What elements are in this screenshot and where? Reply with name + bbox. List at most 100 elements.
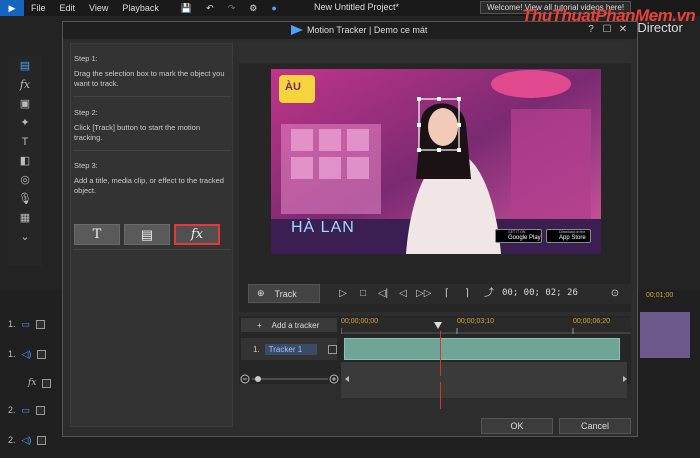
bg-track-row: fx: [28, 373, 52, 393]
snapshot-icon[interactable]: ⊙: [608, 287, 622, 301]
bg-track-label: 2.: [8, 435, 16, 445]
notification-icon[interactable]: ●: [264, 0, 283, 16]
playhead-marker-icon[interactable]: [434, 322, 442, 330]
step-divider: [73, 96, 231, 97]
pip-room-icon[interactable]: ▣: [8, 94, 42, 113]
add-title-button[interactable]: T: [74, 224, 120, 245]
video-name-text: HÀ LAN: [291, 219, 355, 236]
particle-room-icon[interactable]: ✦: [8, 113, 42, 132]
more-rooms-icon[interactable]: ⌄: [8, 227, 42, 246]
menu-file[interactable]: File: [24, 0, 53, 16]
bg-track-row: 1. ◁): [8, 344, 47, 364]
transition-room-icon[interactable]: ◧: [8, 151, 42, 170]
target-icon: ⊕: [257, 288, 265, 298]
mark-out-icon[interactable]: ⌉: [460, 287, 474, 301]
ruler-time: 00;00;06;20: [573, 318, 610, 325]
close-icon[interactable]: ✕: [617, 24, 629, 36]
track-checkbox[interactable]: [42, 378, 52, 388]
chapter-room-icon[interactable]: ▦: [8, 208, 42, 227]
menu-edit[interactable]: Edit: [53, 0, 83, 16]
motion-tracker-dialog: Motion Tracker | Demo ce mát ? ☐ ✕ Step …: [62, 21, 638, 437]
step-1-title: Step 1:: [74, 54, 98, 63]
bg-track-label: 1.: [8, 319, 16, 329]
track-button-label: Track: [274, 288, 297, 299]
tracker-row: 1. Tracker 1: [241, 338, 337, 360]
ruler-time: 00;00;00;00: [341, 318, 378, 325]
track-checkbox[interactable]: [37, 435, 47, 445]
title-room-icon[interactable]: T: [8, 132, 42, 151]
tracker-name-field[interactable]: Tracker 1: [264, 343, 318, 355]
powerdirector-icon: [291, 25, 303, 35]
redo-icon[interactable]: ↷: [221, 0, 243, 16]
previous-frame-icon[interactable]: ◁|: [376, 287, 390, 301]
preview-header: [239, 43, 631, 63]
step-2: Step 2: Click [Track] button to start th…: [74, 108, 230, 143]
add-effect-button[interactable]: fx: [174, 224, 220, 245]
zoom-slider[interactable]: [240, 374, 340, 384]
step-1: Step 1: Drag the selection box to mark t…: [74, 54, 230, 89]
settings-icon[interactable]: ⚙: [242, 0, 264, 16]
bg-track-row: 2. ▭: [8, 400, 46, 420]
audio-track-icon: ◁): [21, 434, 32, 445]
add-tracker-button[interactable]: + Add a tracker: [241, 318, 337, 332]
track-checkbox[interactable]: [37, 349, 47, 359]
app-title: New Untitled Project*: [314, 2, 400, 12]
timecode-display: 00; 00; 02; 26: [502, 288, 578, 298]
add-media-button[interactable]: ▤: [124, 224, 170, 245]
fx-room-icon[interactable]: fx: [8, 75, 42, 94]
audio-mix-room-icon[interactable]: ◎: [8, 170, 42, 189]
track-button[interactable]: ⊕ Track: [248, 284, 320, 303]
step-2-title: Step 2:: [74, 108, 98, 117]
help-button[interactable]: ?: [585, 24, 597, 36]
step-3-text: Add a title, media clip, or effect to th…: [74, 176, 224, 195]
step-2-text: Click [Track] button to start the motion…: [74, 123, 201, 142]
add-tracker-label: Add a tracker: [271, 320, 320, 330]
dialog-titlebar: Motion Tracker | Demo ce mát ? ☐ ✕: [63, 22, 637, 39]
mark-in-icon[interactable]: ⌈: [440, 287, 454, 301]
step-1-text: Drag the selection box to mark the objec…: [74, 69, 225, 88]
app-store-label: App Store: [559, 235, 586, 241]
ok-button[interactable]: OK: [481, 418, 553, 434]
loop-icon[interactable]: ⤴: [482, 287, 496, 301]
track-checkbox[interactable]: [36, 319, 46, 329]
media-room-icon[interactable]: ▤: [8, 56, 42, 75]
horizontal-scrollbar[interactable]: [343, 374, 629, 384]
google-play-badge: GET IT ON Google Play: [495, 229, 542, 243]
cancel-button[interactable]: Cancel: [559, 418, 631, 434]
plus-icon: +: [257, 320, 262, 330]
playhead-line: [440, 331, 441, 409]
undo-icon[interactable]: ↶: [199, 0, 221, 16]
play-icon[interactable]: ▷: [336, 287, 350, 301]
video-logo-text: ÀU: [285, 81, 301, 93]
bg-track-row: 1. ▭: [8, 314, 46, 334]
tracker-index: 1.: [253, 344, 260, 354]
bg-clip-thumbnail[interactable]: [640, 312, 690, 358]
fast-forward-icon[interactable]: ▷▷: [416, 287, 431, 301]
tracker-clip[interactable]: [344, 338, 620, 360]
playback-controls: ⊕ Track ▷ □ ◁| ◁ ▷▷ ⌈ ⌉ ⤴ 00; 00; 02; 26…: [248, 284, 632, 304]
video-track-icon: ▭: [21, 318, 31, 329]
ruler-ticks: [341, 328, 631, 334]
bg-track-label: fx: [28, 378, 37, 388]
bg-track-row: 2. ◁): [8, 430, 47, 450]
bg-track-label: 1.: [8, 349, 16, 359]
track-checkbox[interactable]: [36, 405, 46, 415]
voice-over-icon[interactable]: 🎙: [8, 189, 42, 208]
audio-track-icon: ◁): [21, 348, 32, 359]
bg-track-label: 2.: [8, 405, 16, 415]
app-store-badge: Download on the App Store: [546, 229, 591, 243]
video-preview[interactable]: ÀU HÀ LAN GET IT ON Google Play Download…: [271, 69, 601, 254]
preview-area: ÀU HÀ LAN GET IT ON Google Play Download…: [239, 43, 631, 312]
stop-icon[interactable]: □: [356, 287, 370, 301]
timeline-ruler[interactable]: 00;00;00;00 00;00;03;10 00;00;06;20: [341, 318, 631, 334]
step-divider: [73, 150, 231, 151]
google-play-label: Google Play: [508, 235, 541, 241]
save-icon[interactable]: 💾: [174, 0, 199, 16]
step-3-title: Step 3:: [74, 161, 98, 170]
menu-view[interactable]: View: [82, 0, 115, 16]
maximize-icon[interactable]: ☐: [601, 24, 613, 36]
rewind-icon[interactable]: ◁: [396, 287, 410, 301]
app-logo-icon[interactable]: ▶: [0, 0, 24, 16]
menu-playback[interactable]: Playback: [115, 0, 166, 16]
tracker-visible-checkbox[interactable]: [328, 344, 337, 354]
